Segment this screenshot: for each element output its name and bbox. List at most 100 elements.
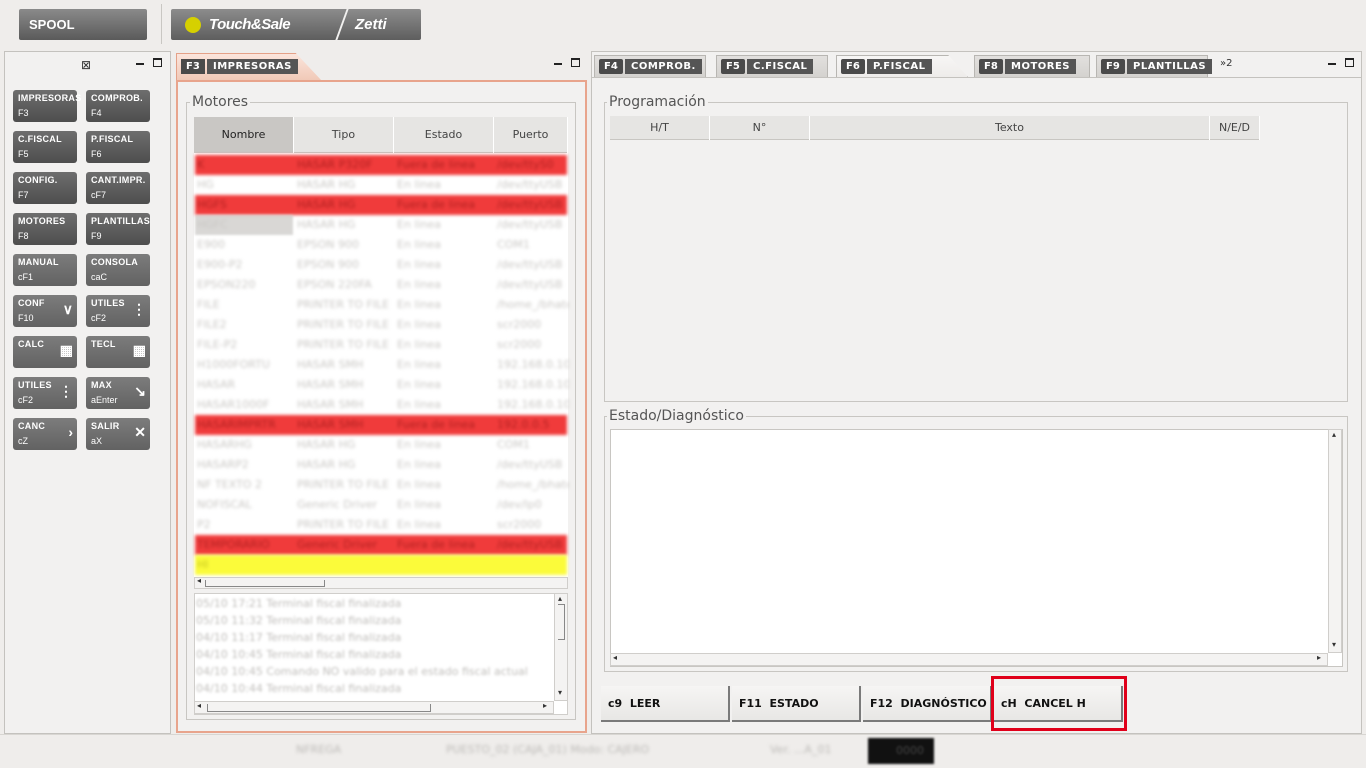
scroll-right-icon[interactable]: ▸	[543, 701, 547, 710]
spool-button[interactable]: SPOOL	[19, 9, 147, 40]
table-cell: /home_/bhate	[497, 298, 569, 311]
estado-textarea[interactable]	[610, 429, 1343, 667]
sidebar-button-motores[interactable]: MOTORES F8	[13, 213, 77, 245]
table-row[interactable]: EPSON220 EPSON 220FA En linea/dev/ttyUSB	[195, 275, 567, 295]
table-row[interactable]: HASAR1000F HASAR SMH En linea 192.168.0.10	[195, 395, 569, 415]
table-row[interactable]: K HASAR P320F Fuera de linea/dev/ttyS0	[195, 155, 567, 175]
left-tab-impresoras[interactable]: F3 IMPRESORAS	[176, 53, 322, 81]
sidebar-button-conf[interactable]: CONF F10 ∨	[13, 295, 77, 327]
table-row[interactable]: HI	[195, 555, 567, 575]
scroll-left-icon[interactable]: ◂	[197, 576, 201, 585]
sidebar-button-utiles[interactable]: UTILES cF2 ⋮	[86, 295, 150, 327]
col-puerto[interactable]: Puerto	[494, 117, 568, 153]
sidebar-button-salir[interactable]: SALIR aX ✕	[86, 418, 150, 450]
table-cell: En linea	[397, 478, 442, 491]
sidebar-button-impresoras[interactable]: IMPRESORAS F3	[13, 90, 81, 122]
sidebar-maximize-icon[interactable]	[153, 58, 162, 67]
button-label: C.FISCAL	[18, 134, 62, 144]
col-ned[interactable]: N/E/D	[1210, 116, 1260, 140]
estado-hscrollbar[interactable]: ◂ ▸	[610, 653, 1328, 666]
table-cell: /dev/ttyUSB	[497, 198, 563, 211]
scroll-right-icon[interactable]: ▸	[1317, 653, 1321, 662]
sidebar-button-pfiscal[interactable]: P.FISCAL F6	[86, 131, 150, 163]
table-cell: H1000FORTU	[197, 358, 270, 371]
hscroll-thumb[interactable]	[205, 580, 325, 587]
scroll-down-icon[interactable]: ▾	[1332, 640, 1336, 649]
scroll-up-icon[interactable]: ▴	[558, 594, 562, 603]
table-cell: EPSON220	[197, 278, 256, 291]
table-row[interactable]: E900 EPSON 900 En linea COM1	[195, 235, 567, 255]
button-label: UTILES	[91, 298, 125, 308]
table-row[interactable]: P2 PRINTER TO FILE En linea scr2000	[195, 515, 567, 535]
scroll-down-icon[interactable]: ▾	[558, 688, 562, 697]
sidebar-button-config[interactable]: CONFIG. F7	[13, 172, 77, 204]
sidebar-button-canc[interactable]: CANC cZ ›	[13, 418, 77, 450]
tabs-overflow[interactable]: »2	[1220, 58, 1232, 69]
table-row[interactable]: HGFS HASAR HG Fuera de linea/dev/ttyUSB	[195, 195, 567, 215]
tab-motores[interactable]: F8 MOTORES	[974, 55, 1090, 77]
sidebar-button-cfiscal[interactable]: C.FISCAL F5	[13, 131, 77, 163]
sidebar-button-manual[interactable]: MANUAL cF1	[13, 254, 77, 286]
action-button-estado[interactable]: F11 ESTADO	[732, 686, 861, 722]
table-row[interactable]: E900-P2 EPSON 900 En linea/dev/ttyUSB	[195, 255, 567, 275]
table-cell: FILE2	[197, 318, 227, 331]
log-line: 04/10 10:45 Terminal fiscal finalizada	[196, 648, 402, 661]
table-row[interactable]: HG HASAR HG En linea/dev/ttyUSB	[195, 175, 567, 195]
vscroll-thumb[interactable]	[558, 604, 565, 640]
col-tipo[interactable]: Tipo	[294, 117, 394, 153]
sidebar-button-comprob[interactable]: COMPROB. F4	[86, 90, 150, 122]
table-row[interactable]: NF TEXTO 2 PRINTER TO FILE En linea/home_/…	[195, 475, 569, 495]
table-row[interactable]: HASARP2 HASAR HG En linea/dev/ttyUSB	[195, 455, 567, 475]
right-minimize-icon[interactable]	[1328, 60, 1336, 65]
table-row[interactable]: NOFISCAL Generic Driver En linea/dev/lp0	[195, 495, 567, 515]
hscroll-thumb[interactable]	[207, 704, 431, 712]
col-texto[interactable]: Texto	[810, 116, 1210, 140]
col-nombre[interactable]: Nombre	[194, 117, 294, 153]
tab-comprob[interactable]: F4 COMPROB.	[594, 55, 706, 77]
action-button-diagnstico[interactable]: F12 DIAGNÓSTICO	[863, 686, 992, 722]
tab-pfiscal[interactable]: F6 P.FISCAL	[836, 55, 968, 77]
table-row[interactable]: HASARIMPRTR HASAR SMH Fuera de linea 192.0.…	[195, 415, 567, 435]
sidebar-close-icon[interactable]: ⊠	[81, 58, 91, 72]
scroll-left-icon[interactable]: ◂	[613, 653, 617, 662]
maximize-icon: ↘	[134, 383, 146, 399]
tab-cfiscal[interactable]: F5 C.FISCAL	[716, 55, 828, 77]
col-ht[interactable]: H/T	[610, 116, 710, 140]
table-row[interactable]: FILE-P2 PRINTER TO FILE En linea scr2000	[195, 335, 567, 355]
sidebar-button-consola[interactable]: CONSOLA caC	[86, 254, 150, 286]
sidebar-minimize-icon[interactable]	[136, 60, 144, 65]
button-label: MANUAL	[18, 257, 59, 267]
sidebar-button-utiles[interactable]: UTILES cF2 ⋮	[13, 377, 77, 409]
tab-key: F8	[979, 59, 1003, 74]
estado-vscrollbar[interactable]: ▴ ▾	[1328, 429, 1342, 653]
table-row[interactable]: FILE2 PRINTER TO FILE En linea scr2000	[195, 315, 567, 335]
table-row[interactable]: H1000FORTU HASAR SMH En linea 192.168.0.10	[195, 355, 569, 375]
tab-plantillas[interactable]: F9 PLANTILLAS	[1096, 55, 1213, 77]
sidebar-button-max[interactable]: MAX aEnter ↘	[86, 377, 150, 409]
col-estado[interactable]: Estado	[394, 117, 494, 153]
table-cell: FILE	[197, 298, 220, 311]
sidebar-button-cantimpr[interactable]: CANT.IMPR. cF7	[86, 172, 150, 204]
button-shortcut: cZ	[18, 436, 28, 446]
table-cell: /dev/ttyUSB	[497, 258, 563, 271]
sidebar-button-tecl[interactable]: TECL ▦	[86, 336, 150, 368]
log-hscrollbar[interactable]: ◂ ▸	[194, 701, 554, 714]
table-row[interactable]: HASARHG HASAR HG En linea COM1	[195, 435, 567, 455]
table-row[interactable]: HASAR HASAR SMH En linea 192.168.0.10	[195, 375, 569, 395]
sidebar-button-plantillas[interactable]: PLANTILLAS F9	[86, 213, 150, 245]
table-row[interactable]: TEMPORARIO Generic Driver Fuera de linea/d…	[195, 535, 567, 555]
table-cell: HGFS	[197, 198, 227, 211]
scroll-up-icon[interactable]: ▴	[1332, 430, 1336, 439]
scroll-left-icon[interactable]: ◂	[197, 701, 201, 710]
action-button-leer[interactable]: c9 LEER	[601, 686, 730, 722]
table-row[interactable]: FILE PRINTER TO FILE En linea/home_/bhate	[195, 295, 569, 315]
motores-hscrollbar[interactable]: ◂	[194, 576, 568, 589]
button-label: MOTORES	[18, 216, 66, 226]
right-maximize-icon[interactable]	[1345, 58, 1354, 67]
log-vscrollbar[interactable]: ▴ ▾	[554, 593, 568, 701]
button-label: TECL	[91, 339, 116, 349]
mid-maximize-icon[interactable]	[571, 58, 580, 67]
sidebar-button-calc[interactable]: CALC ▦	[13, 336, 77, 368]
col-num[interactable]: N°	[710, 116, 810, 140]
mid-minimize-icon[interactable]	[554, 60, 562, 65]
